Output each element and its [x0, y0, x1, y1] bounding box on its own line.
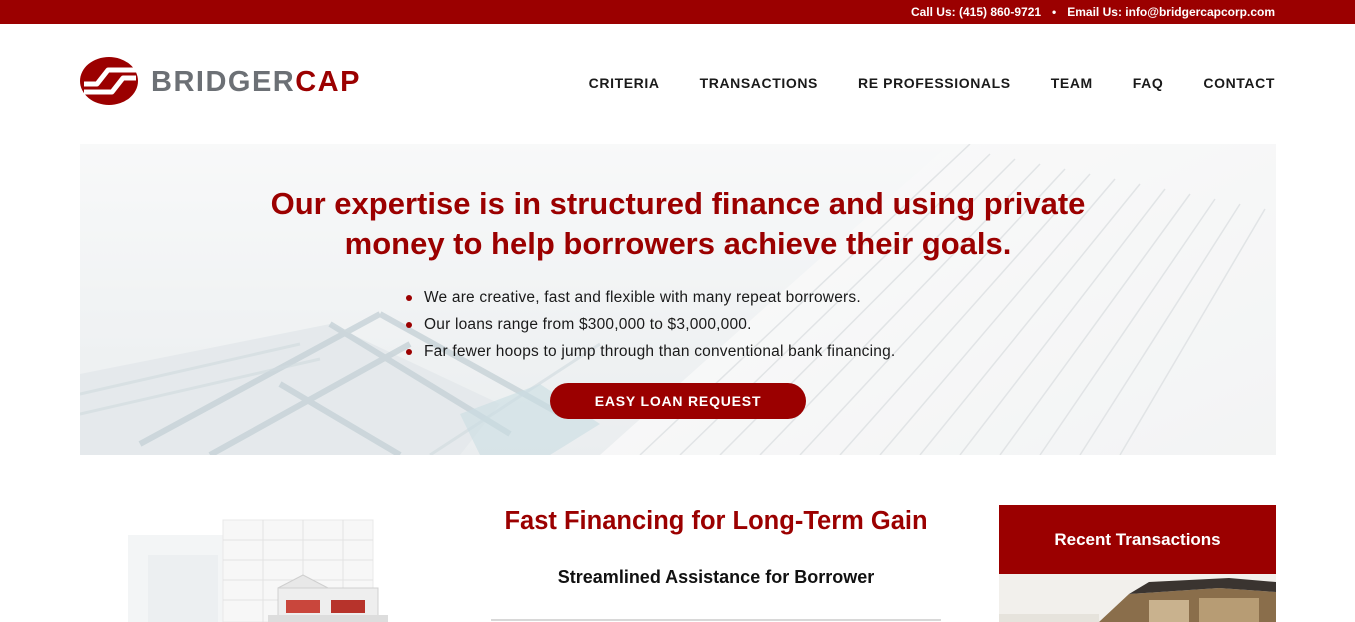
recent-transaction-thumbnail[interactable]: [999, 574, 1276, 622]
hero-banner: Our expertise is in structured finance a…: [80, 144, 1276, 455]
nav-team[interactable]: TEAM: [1051, 73, 1093, 93]
email-link[interactable]: Email Us: info@bridgercapcorp.com: [1067, 5, 1275, 19]
contact-info: Call Us: (415) 860-9721 • Email Us: info@b…: [911, 0, 1275, 24]
bullet-icon: [406, 322, 412, 328]
logo-word-cap: CAP: [295, 66, 361, 98]
hero-headline-line1: Our expertise is in structured finance a…: [270, 186, 1086, 221]
bridgercap-logo-icon: [80, 57, 138, 105]
list-item: Our loans range from $300,000 to $3,000,…: [405, 311, 895, 338]
main-nav: CRITERIA TRANSACTIONS RE PROFESSIONALS T…: [589, 73, 1275, 93]
phone-link[interactable]: Call Us: (415) 860-9721: [911, 5, 1041, 19]
nav-faq[interactable]: FAQ: [1133, 73, 1164, 93]
bullet-icon: [406, 295, 412, 301]
list-item: Far fewer hoops to jump through than con…: [405, 338, 895, 365]
list-item: We are creative, fast and flexible with …: [405, 284, 895, 311]
logo-word-bridger: BRIDGER: [151, 66, 296, 98]
logo-wordmark: BRIDGERCAP: [151, 65, 361, 99]
nav-contact[interactable]: CONTACT: [1203, 73, 1275, 93]
bullet-text: Our loans range from $300,000 to $3,000,…: [424, 316, 752, 333]
building-illustration: [128, 519, 388, 622]
recent-transactions-panel: Recent Transactions: [999, 505, 1276, 622]
contact-separator: •: [1052, 5, 1057, 19]
bullet-icon: [406, 349, 412, 355]
section-subtitle: Streamlined Assistance for Borrower: [557, 567, 875, 587]
top-contact-bar: Call Us: (415) 860-9721 • Email Us: info@b…: [0, 0, 1355, 24]
site-logo[interactable]: BRIDGERCAP: [80, 56, 359, 106]
hero-headline: Our expertise is in structured finance a…: [80, 184, 1276, 264]
nav-re-professionals[interactable]: RE PROFESSIONALS: [858, 73, 1011, 93]
hero-headline-line2: money to help borrowers achieve their go…: [344, 226, 1012, 261]
bullet-text: We are creative, fast and flexible with …: [424, 289, 861, 306]
section-divider: [491, 619, 941, 621]
section-title: Fast Financing for Long-Term Gain: [504, 507, 928, 535]
easy-loan-request-button[interactable]: EASY LOAN REQUEST: [550, 383, 806, 419]
bullet-text: Far fewer hoops to jump through than con…: [424, 343, 896, 360]
building-photo-icon: [999, 574, 1276, 622]
recent-transactions-heading: Recent Transactions: [999, 505, 1276, 574]
nav-transactions[interactable]: TRANSACTIONS: [700, 73, 818, 93]
nav-criteria[interactable]: CRITERIA: [589, 73, 660, 93]
hero-bullet-list: We are creative, fast and flexible with …: [405, 284, 895, 365]
